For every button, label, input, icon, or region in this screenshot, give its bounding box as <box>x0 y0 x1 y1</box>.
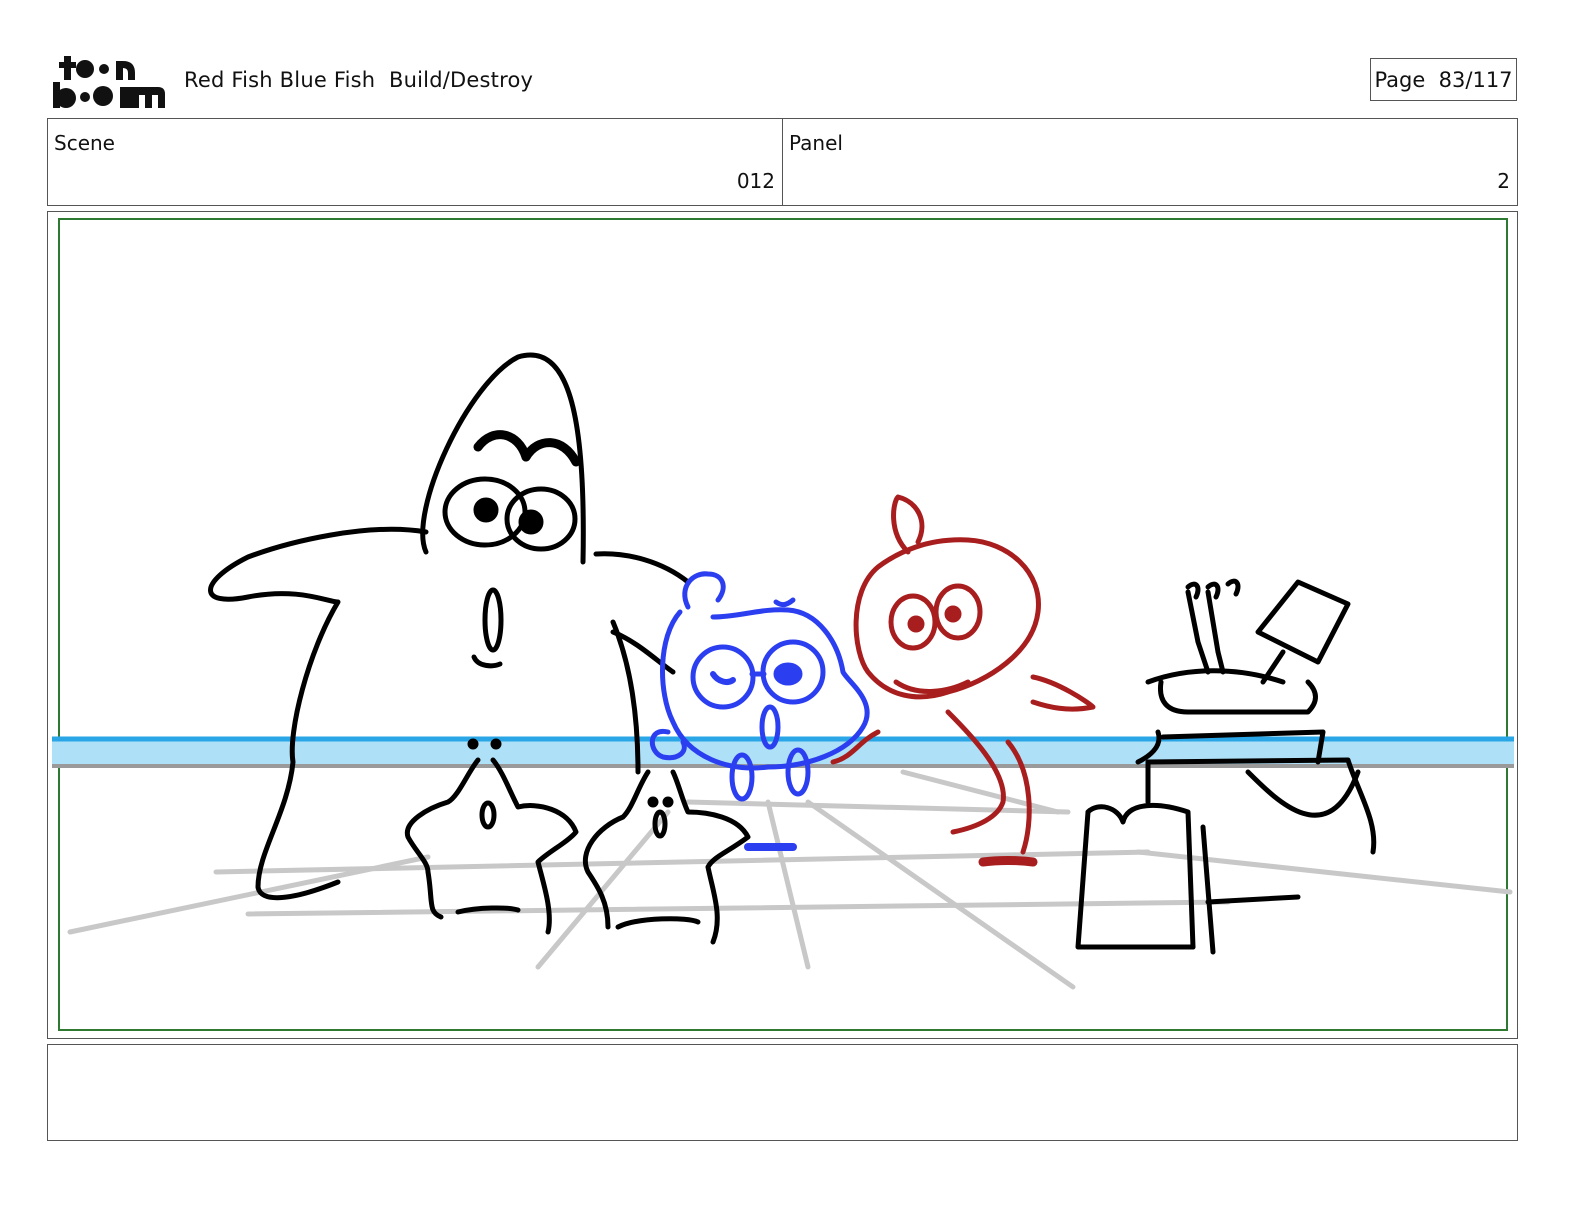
small-starfish-right <box>582 769 751 945</box>
scene-label: Scene <box>54 131 115 155</box>
storyboard-panel <box>47 211 1518 1039</box>
panel-notes <box>47 1044 1518 1141</box>
panel-number: 2 <box>1497 169 1510 193</box>
scene-cell: Scene 012 <box>48 119 782 205</box>
small-starfish-left <box>404 738 579 935</box>
project-title: Red Fish Blue Fish Build/Destroy <box>184 68 534 92</box>
floor-grid <box>67 769 1513 990</box>
panel-cell: Panel 2 <box>782 119 1517 205</box>
toon-boom-logo <box>53 56 165 108</box>
panel-drawing <box>52 218 1514 1031</box>
scene-panel-info: Scene 012 Panel 2 <box>47 118 1518 206</box>
page-label: Page <box>1374 67 1426 92</box>
panel-label: Panel <box>789 131 843 155</box>
page-number: 83/117 <box>1438 67 1513 92</box>
scene-number: 012 <box>736 169 775 193</box>
big-starfish-character <box>208 352 691 901</box>
page-indicator: Page 83/117 <box>1370 58 1517 101</box>
